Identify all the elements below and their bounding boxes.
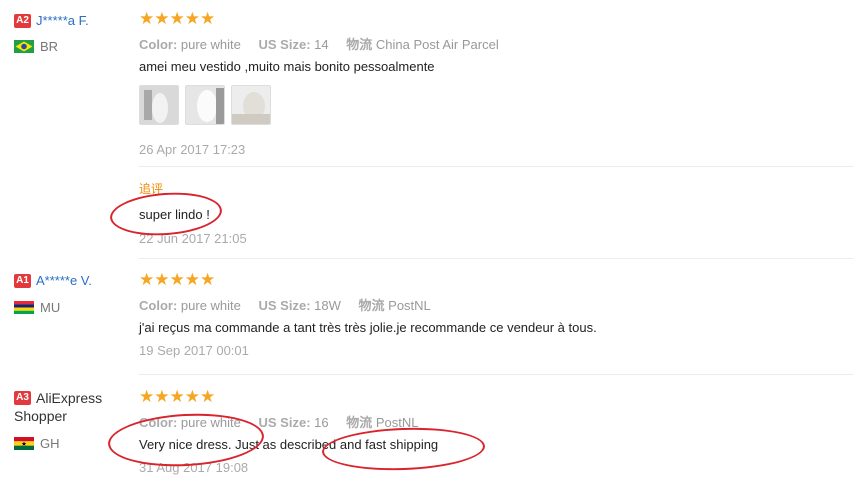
reviewer-info: A2 J*****a F. BR — [14, 12, 129, 54]
star-rating: ★★★★★ — [139, 270, 216, 289]
color-value: pure white — [180, 415, 241, 430]
size-value: 18W — [314, 298, 341, 313]
size-value: 16 — [314, 415, 329, 430]
color-value: pure white — [180, 37, 241, 52]
reviewer-name-line2: Shopper — [14, 408, 67, 424]
country-code: BR — [40, 39, 59, 55]
size-label: US Size: — [258, 37, 311, 52]
review-photos — [139, 85, 271, 125]
followup-date: 22 Jun 2017 21:05 — [139, 231, 247, 246]
reviewer-name[interactable]: J*****a F. — [36, 13, 89, 28]
color-value: pure white — [180, 298, 241, 313]
buyer-level-badge: A3 — [14, 390, 31, 405]
order-attributes: Color: pure white US Size: 16 物流 PostNL — [139, 412, 433, 431]
mauritius-flag-icon — [14, 301, 34, 315]
star-rating: ★★★★★ — [139, 9, 216, 28]
followup-label: 追评 — [139, 182, 164, 196]
review-divider — [139, 374, 853, 375]
followup-text: super lindo ! — [139, 207, 210, 222]
review-text: amei meu vestido ,muito mais bonito pess… — [139, 59, 435, 74]
brazil-flag-icon — [14, 40, 34, 54]
review-date: 31 Aug 2017 19:08 — [139, 460, 249, 475]
size-value: 14 — [314, 37, 329, 52]
size-label: US Size: — [258, 415, 311, 430]
color-label: Color: — [139, 415, 178, 430]
shipping-label: 物流 — [346, 415, 373, 430]
country-code: MU — [40, 300, 61, 316]
review-photo-thumbnail[interactable] — [139, 85, 179, 125]
review-divider — [139, 258, 853, 259]
order-attributes: Color: pure white US Size: 18W 物流 PostNL — [139, 295, 445, 314]
reviewer-country: GH — [14, 435, 60, 451]
ghana-flag-icon — [14, 437, 34, 451]
shipping-value: PostNL — [388, 298, 431, 313]
order-attributes: Color: pure white US Size: 14 物流 China P… — [139, 34, 513, 53]
color-label: Color: — [139, 37, 178, 52]
review-text: Very nice dress. Just as described and f… — [139, 437, 439, 452]
shipping-label: 物流 — [358, 298, 385, 313]
reviewer-name: AliExpress — [36, 389, 103, 406]
country-code: GH — [40, 436, 60, 452]
reviewer-country: MU — [14, 299, 60, 315]
color-label: Color: — [139, 298, 178, 313]
reviewer-info: A3 AliExpress Shopper GH — [14, 389, 129, 451]
reviewer-info: A1 A*****e V. MU — [14, 272, 129, 315]
review-date: 19 Sep 2017 00:01 — [139, 343, 249, 358]
buyer-level-badge: A2 — [14, 13, 31, 28]
followup-divider — [139, 166, 853, 167]
reviewer-country: BR — [14, 38, 58, 54]
size-label: US Size: — [258, 298, 311, 313]
buyer-level-badge: A1 — [14, 273, 31, 288]
shipping-value: China Post Air Parcel — [375, 37, 499, 52]
shipping-label: 物流 — [346, 37, 373, 52]
review-photo-thumbnail[interactable] — [185, 85, 225, 125]
review-text: j'ai reçus ma commande a tant très très … — [139, 320, 597, 335]
review-photo-thumbnail[interactable] — [231, 85, 271, 125]
shipping-value: PostNL — [375, 415, 419, 430]
reviewer-name[interactable]: A*****e V. — [36, 273, 92, 288]
star-rating: ★★★★★ — [139, 387, 216, 406]
review-date: 26 Apr 2017 17:23 — [139, 142, 246, 157]
